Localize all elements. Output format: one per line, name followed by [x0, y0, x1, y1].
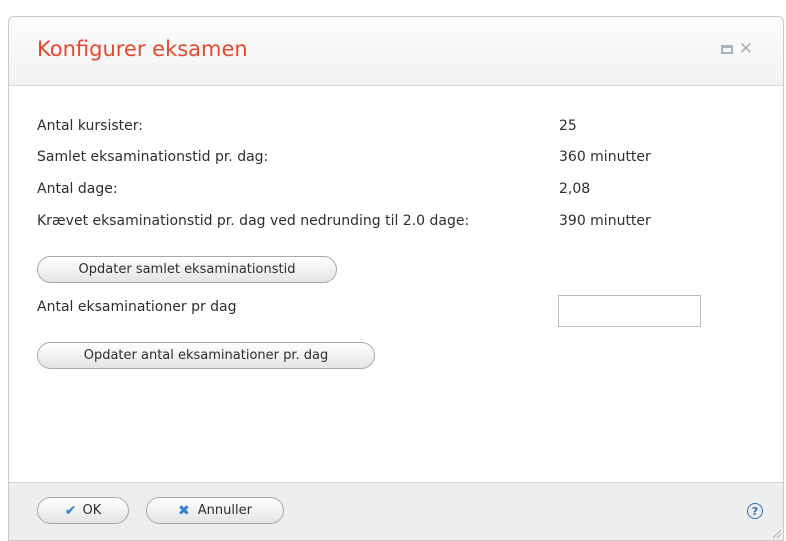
window-controls: ✕: [720, 41, 753, 58]
value-kraevet-eksaminationstid: 390 minutter: [559, 213, 651, 229]
check-icon: ✔: [64, 502, 77, 519]
resize-grip[interactable]: [773, 530, 781, 538]
label-antal-dage: Antal dage:: [37, 181, 118, 197]
value-samlet-eksaminationstid: 360 minutter: [559, 149, 651, 165]
close-icon[interactable]: ✕: [739, 41, 753, 58]
dialog-title: Konfigurer eksamen: [37, 37, 248, 61]
exams-per-day-input[interactable]: [558, 295, 701, 327]
value-antal-kursister: 25: [559, 118, 577, 134]
value-antal-dage: 2,08: [559, 181, 591, 197]
ok-button[interactable]: ✔ OK: [37, 497, 129, 524]
dialog-footer: ✔ OK ✖ Annuller ?: [9, 482, 783, 540]
help-icon[interactable]: ?: [747, 503, 763, 519]
dialog-body: Antal kursister: 25 Samlet eksaminations…: [9, 86, 783, 483]
update-exams-per-day-button[interactable]: Opdater antal eksaminationer pr. dag: [37, 342, 375, 369]
cancel-button-label: Annuller: [197, 503, 252, 518]
cancel-button[interactable]: ✖ Annuller: [146, 497, 284, 524]
configure-exam-dialog: Konfigurer eksamen ✕ Antal kursister: 25…: [8, 16, 784, 541]
label-kraevet-eksaminationstid: Krævet eksaminationstid pr. dag ved nedr…: [37, 213, 470, 229]
label-exams-per-day: Antal eksaminationer pr dag: [37, 299, 237, 315]
update-total-time-button[interactable]: Opdater samlet eksaminationstid: [37, 256, 337, 283]
maximize-icon[interactable]: [720, 45, 733, 54]
label-samlet-eksaminationstid: Samlet eksaminationstid pr. dag:: [37, 149, 269, 165]
cancel-x-icon: ✖: [178, 502, 190, 519]
ok-button-label: OK: [82, 503, 102, 518]
label-antal-kursister: Antal kursister:: [37, 118, 143, 134]
dialog-titlebar[interactable]: Konfigurer eksamen ✕: [9, 17, 783, 86]
